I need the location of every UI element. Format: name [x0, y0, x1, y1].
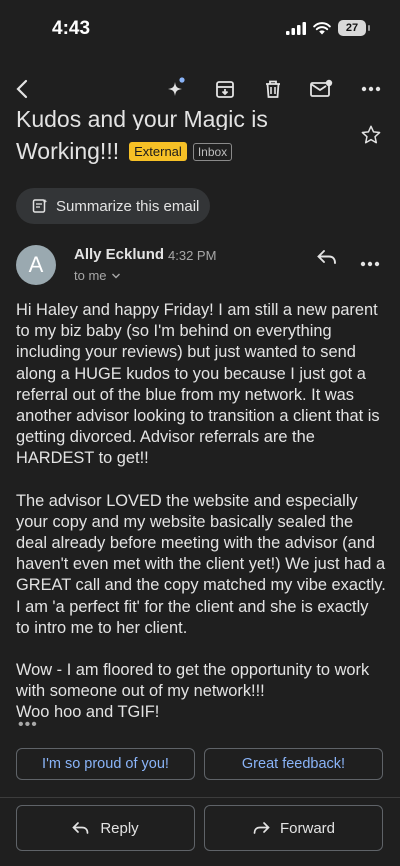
sender-name[interactable]: Ally Ecklund — [74, 246, 164, 263]
body-paragraph: The advisor LOVED the website and especi… — [16, 491, 386, 637]
forward-arrow-icon — [253, 822, 270, 834]
signal-icon — [286, 21, 306, 35]
show-trimmed-content[interactable]: ••• — [18, 716, 38, 734]
delete-icon[interactable] — [260, 76, 286, 102]
recipient-details[interactable]: to me — [74, 268, 121, 283]
external-badge: External — [129, 142, 187, 161]
battery-icon: 27 — [338, 20, 366, 36]
battery-tip — [368, 25, 370, 31]
message-more-icon[interactable] — [360, 254, 380, 272]
avatar[interactable]: A — [16, 245, 56, 285]
reply-button[interactable]: Reply — [16, 805, 195, 851]
summarize-icon — [32, 199, 48, 213]
mark-unread-icon[interactable] — [308, 76, 334, 102]
reply-label: Reply — [100, 819, 139, 837]
more-icon[interactable] — [358, 76, 384, 102]
chevron-down-icon — [111, 273, 120, 278]
inbox-label-badge[interactable]: Inbox — [192, 142, 233, 161]
smart-reply-button[interactable]: I'm so proud of you! — [16, 748, 195, 780]
body-paragraph: Wow - I am floored to get the opportunit… — [16, 661, 370, 701]
star-icon[interactable] — [360, 124, 382, 151]
recipient-label: to me — [74, 268, 107, 283]
email-subject-text: Working!!! — [16, 138, 120, 164]
status-time: 4:43 — [52, 18, 91, 39]
wifi-icon — [313, 21, 331, 34]
email-body: Hi Haley and happy Friday! I am still a … — [16, 300, 386, 745]
forward-button[interactable]: Forward — [204, 805, 383, 851]
email-time: 4:32 PM — [168, 248, 217, 263]
status-icons: 27 — [286, 20, 370, 36]
sparkle-icon[interactable] — [162, 76, 188, 102]
forward-label: Forward — [279, 819, 335, 837]
email-subject-line1: Kudos and your Magic is — [16, 106, 268, 130]
reply-arrow-icon — [72, 822, 89, 834]
summarize-email-button[interactable]: Summarize this email — [16, 188, 210, 224]
email-subject-line2: Working!!! External Inbox — [16, 138, 233, 165]
body-paragraph: Hi Haley and happy Friday! I am still a … — [16, 301, 380, 468]
back-arrow-icon[interactable] — [10, 76, 36, 102]
smart-reply-button[interactable]: Great feedback! — [204, 748, 383, 780]
summarize-label: Summarize this email — [56, 197, 200, 215]
divider — [0, 797, 400, 798]
archive-icon[interactable] — [212, 76, 238, 102]
body-paragraph: Woo hoo and TGIF! — [16, 703, 160, 722]
reply-icon[interactable] — [316, 248, 338, 271]
